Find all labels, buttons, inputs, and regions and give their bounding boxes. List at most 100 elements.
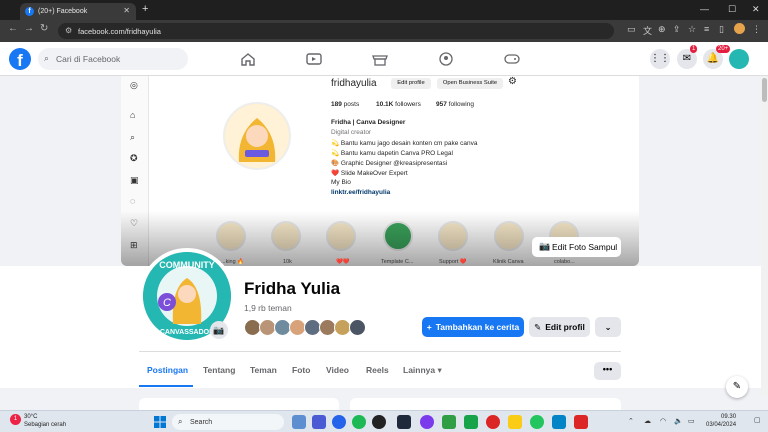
settings-gear-icon: ⚙: [508, 76, 517, 87]
instagram-logo-icon: ◎: [130, 80, 138, 90]
volume-icon[interactable]: 🔈: [674, 417, 683, 425]
windows-start-icon[interactable]: [154, 416, 166, 428]
taskbar-search-label: Search: [190, 418, 213, 426]
composer-card: [350, 398, 621, 410]
edit-cover-photo-button[interactable]: 📷 Edit Foto Sampul: [532, 237, 621, 257]
maximize-icon[interactable]: ☐: [728, 4, 736, 15]
video-icon[interactable]: [304, 51, 324, 67]
update-photo-camera-icon[interactable]: 📷: [210, 321, 228, 339]
weather-widget[interactable]: 1 30°C Sebagian cerah: [10, 413, 66, 429]
taskbar-clock[interactable]: 09.30 03/04/2024: [706, 413, 736, 429]
chrome-icon[interactable]: [530, 415, 544, 429]
translate-icon[interactable]: 文: [643, 24, 652, 37]
gaming-icon[interactable]: [502, 51, 522, 67]
friend-avatar[interactable]: [349, 319, 366, 336]
xbox-icon[interactable]: [464, 415, 478, 429]
marketplace-icon[interactable]: [370, 51, 390, 67]
home-icon[interactable]: [238, 51, 258, 67]
teams-icon[interactable]: [312, 415, 326, 429]
clock-date: 03/04/2024: [706, 422, 737, 428]
url-field[interactable]: ⚙ facebook.com/fridhayulia: [58, 23, 614, 39]
edit-profile-button[interactable]: ✎ Edit profil: [529, 317, 590, 337]
tabs-more-button[interactable]: •••: [594, 362, 621, 380]
new-tab-icon[interactable]: +: [142, 3, 148, 15]
taskbar-search[interactable]: ⌕ Search: [172, 414, 284, 430]
photoshop-icon[interactable]: [397, 415, 411, 429]
tab-reels[interactable]: Reels: [366, 365, 389, 375]
bio-line: 🎨 Graphic Designer @kreasipresentasi: [331, 160, 448, 167]
file-explorer-icon[interactable]: [508, 415, 522, 429]
account-avatar[interactable]: [729, 49, 749, 69]
explore-icon: ✪: [130, 153, 138, 163]
add-story-label: Tambahkan ke cerita: [435, 322, 520, 332]
minimize-icon[interactable]: —: [700, 4, 709, 14]
zoom-app-icon[interactable]: [332, 415, 346, 429]
windows-taskbar: 1 30°C Sebagian cerah ⌕ Search ⌃ ☁ ◠ 🔈 ▭…: [0, 410, 768, 432]
add-to-story-button[interactable]: + Tambahkan ke cerita: [422, 317, 524, 337]
task-view-icon[interactable]: [292, 415, 306, 429]
playlist-icon[interactable]: ≡: [704, 24, 709, 34]
instagram-business-suite: Open Business Suite: [437, 78, 503, 89]
notification-center-icon[interactable]: ▢: [754, 416, 761, 424]
app-icon[interactable]: [372, 415, 386, 429]
bio-link: linktr.ee/fridhayulia: [331, 189, 391, 196]
close-tab-icon[interactable]: ✕: [123, 6, 130, 15]
bookmark-star-icon[interactable]: ☆: [688, 24, 696, 35]
search-placeholder: Cari di Facebook: [56, 54, 121, 64]
facebook-header: f ⌕ Cari di Facebook ⋮⋮ ✉ 1 🔔 20+: [0, 42, 768, 76]
highlight-label: ❤️❤️: [336, 259, 350, 265]
tab-foto[interactable]: Foto: [292, 365, 310, 375]
tab-lainnya[interactable]: Lainnya ▾: [403, 365, 442, 376]
facebook-logo-icon[interactable]: f: [9, 48, 31, 70]
active-tab-indicator: [139, 385, 193, 387]
messages-icon: ◌: [130, 196, 136, 206]
close-window-icon[interactable]: ✕: [752, 4, 760, 15]
spotify-icon[interactable]: [352, 415, 366, 429]
new-message-icon[interactable]: ✎: [726, 376, 748, 398]
tab-video[interactable]: Video: [326, 365, 349, 375]
groups-icon[interactable]: [436, 51, 456, 67]
friends-count[interactable]: 1,9 rb teman: [244, 303, 292, 313]
edge-icon[interactable]: [552, 415, 566, 429]
cloud-icon[interactable]: ☁: [644, 417, 651, 425]
reload-icon[interactable]: ↻: [40, 23, 48, 34]
followers-label: followers: [395, 101, 421, 108]
excel-icon[interactable]: [442, 415, 456, 429]
apps-menu-icon[interactable]: ⋮⋮: [650, 49, 670, 69]
forward-icon[interactable]: →: [24, 23, 34, 34]
battery-icon[interactable]: ▭: [688, 417, 695, 425]
chevron-down-icon[interactable]: ⌄: [595, 317, 621, 337]
highlight-label: Template C...: [381, 259, 414, 265]
intro-card: [139, 398, 339, 410]
page-scrollbar[interactable]: [761, 76, 768, 396]
cast-icon[interactable]: ▭: [627, 24, 636, 35]
scrollbar-thumb[interactable]: [762, 78, 767, 102]
share-icon[interactable]: ⇪: [673, 24, 681, 35]
browser-tab-facebook[interactable]: f (20+) Facebook ✕: [20, 3, 136, 20]
tray-chevron-up-icon[interactable]: ⌃: [628, 417, 634, 425]
following-count: 957: [436, 101, 447, 108]
posts-count: 189: [331, 101, 342, 108]
instagram-category: Digital creator: [331, 129, 372, 136]
site-info-icon[interactable]: ⚙: [65, 26, 72, 35]
opera-icon[interactable]: [486, 415, 500, 429]
facebook-search-input[interactable]: ⌕ Cari di Facebook: [38, 48, 188, 70]
sidepanel-icon[interactable]: ▯: [719, 24, 724, 35]
home-icon: ⌂: [130, 110, 136, 120]
menu-dots-icon[interactable]: ⋮: [752, 24, 761, 35]
instagram-name: Fridha | Canva Designer: [331, 119, 406, 126]
tab-postingan[interactable]: Postingan: [147, 365, 188, 375]
avatar-letter: C: [163, 297, 171, 309]
weather-temp: 30°C: [24, 414, 38, 420]
wifi-icon[interactable]: ◠: [660, 417, 666, 425]
profile-avatar-icon[interactable]: [734, 23, 745, 34]
back-icon[interactable]: ←: [8, 23, 18, 34]
powerpoint-icon[interactable]: [574, 415, 588, 429]
tab-teman[interactable]: Teman: [250, 365, 277, 375]
bio-line: 💫 Bantu kamu jago desain konten cm pake …: [331, 140, 478, 147]
canva-icon[interactable]: [420, 415, 434, 429]
instagram-edit-profile: Edit profile: [391, 78, 431, 89]
tab-tentang[interactable]: Tentang: [203, 365, 235, 375]
zoom-icon[interactable]: ⊕: [658, 24, 666, 35]
bio-line: ❤️ Slide MakeOver Expert: [331, 170, 408, 177]
